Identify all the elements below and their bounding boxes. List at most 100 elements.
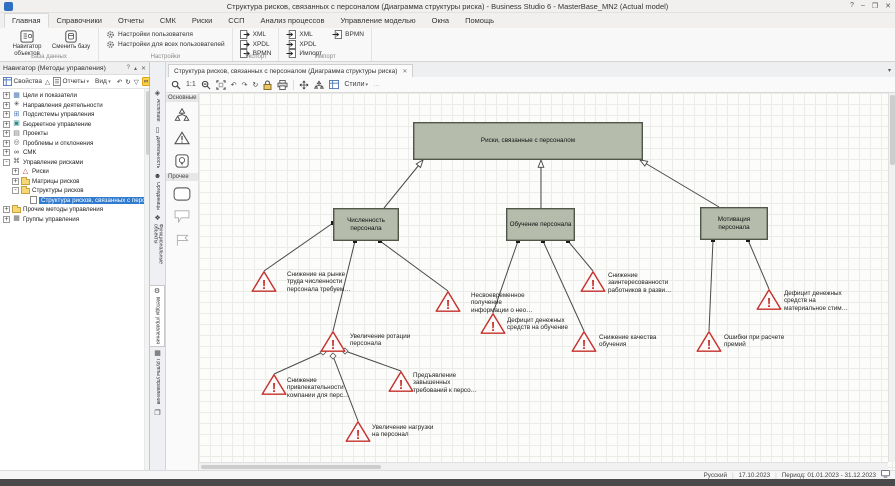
expander-icon[interactable]: + xyxy=(3,111,10,118)
tab-СМК[interactable]: СМК xyxy=(152,13,184,28)
zoom-icon[interactable] xyxy=(171,80,181,90)
risk-triangle[interactable]: ! xyxy=(696,330,722,358)
tab-Главная[interactable]: Главная xyxy=(4,13,49,28)
risk-triangle[interactable]: ! xyxy=(571,330,597,358)
tree-item[interactable]: +✳Направления деятельности xyxy=(0,101,149,111)
tree-item[interactable]: +◎Проблемы и отклонения xyxy=(0,139,149,149)
tab-Окна[interactable]: Окна xyxy=(424,13,457,28)
risk-triangle[interactable]: ! xyxy=(480,312,506,340)
change-database-button[interactable]: Сменить базу xyxy=(51,30,91,51)
close-button[interactable]: ✕ xyxy=(141,65,146,72)
user-settings-button[interactable]: Настройки пользователя xyxy=(106,31,225,39)
lock-icon[interactable] xyxy=(263,80,272,90)
import-xml-button[interactable]: XML xyxy=(286,31,322,39)
expander-icon[interactable]: + xyxy=(3,216,10,223)
undo-icon[interactable]: ↶ xyxy=(231,81,237,89)
expander-icon[interactable]: + xyxy=(12,168,19,175)
zoom-100-button[interactable]: 1:1 xyxy=(186,81,196,88)
properties-button[interactable]: Свойства xyxy=(3,77,42,86)
tree-item[interactable]: -⌘Управление рисками xyxy=(0,158,149,168)
navigator-scrollbar[interactable] xyxy=(144,89,149,470)
navigator-objects-button[interactable]: Навигатор объектов xyxy=(7,30,47,57)
expander-icon[interactable]: + xyxy=(12,178,19,185)
shape-risk[interactable] xyxy=(170,127,194,148)
reports-button[interactable]: Отчеты▾ xyxy=(53,77,89,86)
maximize-button[interactable]: ❐ xyxy=(872,2,878,10)
redo-icon[interactable]: ↷ xyxy=(242,81,248,89)
tab-Управление моделью[interactable]: Управление моделью xyxy=(332,13,423,28)
tab-ССП[interactable]: ССП xyxy=(220,13,252,28)
tree-item[interactable]: +⊞Подсистемы управления xyxy=(0,110,149,120)
shape-indicator[interactable] xyxy=(170,150,194,171)
import-bpmn-button[interactable]: BPMN xyxy=(332,31,364,39)
diagram-canvas[interactable]: Риски, связанные с персоналом Численность… xyxy=(199,93,895,470)
fit-icon[interactable] xyxy=(216,80,226,90)
back-icon[interactable]: ↶ xyxy=(117,78,122,86)
pin-button[interactable]: ▴ xyxy=(134,65,137,72)
tab-Риски[interactable]: Риски xyxy=(184,13,220,28)
more-button[interactable]: … xyxy=(373,81,380,88)
help-button[interactable]: ? xyxy=(850,2,854,10)
tab-activity[interactable]: ▯Деятельность xyxy=(150,125,165,170)
scrollbar-thumb[interactable] xyxy=(201,465,381,470)
risk-triangle[interactable]: ! xyxy=(345,420,371,448)
hierarchy-icon[interactable] xyxy=(314,80,324,90)
tab-orgunits[interactable]: ☻Оргединицы xyxy=(150,171,165,213)
close-button[interactable]: ✕ xyxy=(885,2,891,10)
import-xpdl-button[interactable]: XPDL xyxy=(286,41,322,49)
tab-management-groups[interactable]: ▦Группы управления xyxy=(150,348,165,406)
tab-list-caret-icon[interactable]: ▾ xyxy=(888,67,891,74)
risk-triangle[interactable]: ! xyxy=(320,330,346,358)
expander-icon[interactable]: + xyxy=(3,140,10,147)
expander-icon[interactable]: - xyxy=(3,159,10,166)
shape-risk-structure[interactable] xyxy=(170,104,194,125)
tab-management-methods[interactable]: ⚙Методы управления xyxy=(150,285,165,347)
shape-rounded-rect[interactable] xyxy=(170,183,194,204)
refresh-icon[interactable]: ↻ xyxy=(252,81,258,89)
diagram-node[interactable]: Численность персонала xyxy=(333,208,399,241)
scrollbar-thumb[interactable] xyxy=(146,91,150,155)
all-users-settings-button[interactable]: Настройки для всех пользователей xyxy=(106,41,225,49)
expander-icon[interactable]: + xyxy=(3,102,10,109)
expander-icon[interactable]: + xyxy=(3,92,10,99)
diagram-properties-icon[interactable] xyxy=(329,80,339,89)
tab-Отчеты[interactable]: Отчеты xyxy=(110,13,152,28)
help-button[interactable]: ? xyxy=(127,65,130,72)
tree-item[interactable]: +Прочие методы управления xyxy=(0,205,149,215)
shape-callout[interactable] xyxy=(170,206,194,227)
refresh-icon[interactable]: ↻ xyxy=(125,78,130,86)
expander-icon[interactable]: - xyxy=(12,187,19,194)
expander-icon[interactable]: + xyxy=(3,149,10,156)
print-icon[interactable] xyxy=(277,80,288,90)
styles-button[interactable]: Стили▾ xyxy=(344,81,368,88)
export-xpdl-button[interactable]: XPDL xyxy=(240,41,272,49)
tab-Помощь[interactable]: Помощь xyxy=(457,13,502,28)
move-icon[interactable] xyxy=(299,80,309,90)
tree-item[interactable]: +▤Проекты xyxy=(0,129,149,139)
tab-archimate[interactable]: ◈Archimate xyxy=(150,88,165,124)
document-tab[interactable]: Структура рисков, связанных с персоналом… xyxy=(168,64,413,77)
diagram-node[interactable]: Мотивация персонала xyxy=(700,207,768,240)
risk-triangle[interactable]: ! xyxy=(756,288,782,316)
filter-icon[interactable]: ▽ xyxy=(134,78,139,86)
tree-item[interactable]: +∞СМК xyxy=(0,148,149,158)
scrollbar-thumb[interactable] xyxy=(890,95,895,165)
tab-Справочники[interactable]: Справочники xyxy=(49,13,110,28)
tree-item[interactable]: +▦Цели и показатели xyxy=(0,91,149,101)
risk-triangle[interactable]: ! xyxy=(251,270,277,298)
view-button[interactable]: Вид▾ xyxy=(95,78,111,85)
tab-Анализ процессов[interactable]: Анализ процессов xyxy=(253,13,333,28)
tab-new-diagram[interactable]: ❐ xyxy=(150,408,165,420)
risk-triangle[interactable]: ! xyxy=(580,270,606,298)
vertical-scrollbar[interactable] xyxy=(888,93,895,462)
risk-triangle[interactable]: ! xyxy=(435,290,461,318)
export-xml-button[interactable]: XML xyxy=(240,31,272,39)
risk-model-icon[interactable]: △ xyxy=(45,78,50,86)
close-tab-icon[interactable]: ✕ xyxy=(402,68,407,75)
tab-functional-objects[interactable]: ❖Функциональные объекты xyxy=(150,213,165,284)
tree-item[interactable]: +▦Группы управления xyxy=(0,215,149,225)
expander-icon[interactable]: + xyxy=(3,206,10,213)
tree-item[interactable]: Структура рисков, связанных с персоналом xyxy=(0,196,149,206)
diagram-node[interactable]: Риски, связанные с персоналом xyxy=(413,122,643,160)
risk-triangle[interactable]: ! xyxy=(388,370,414,398)
